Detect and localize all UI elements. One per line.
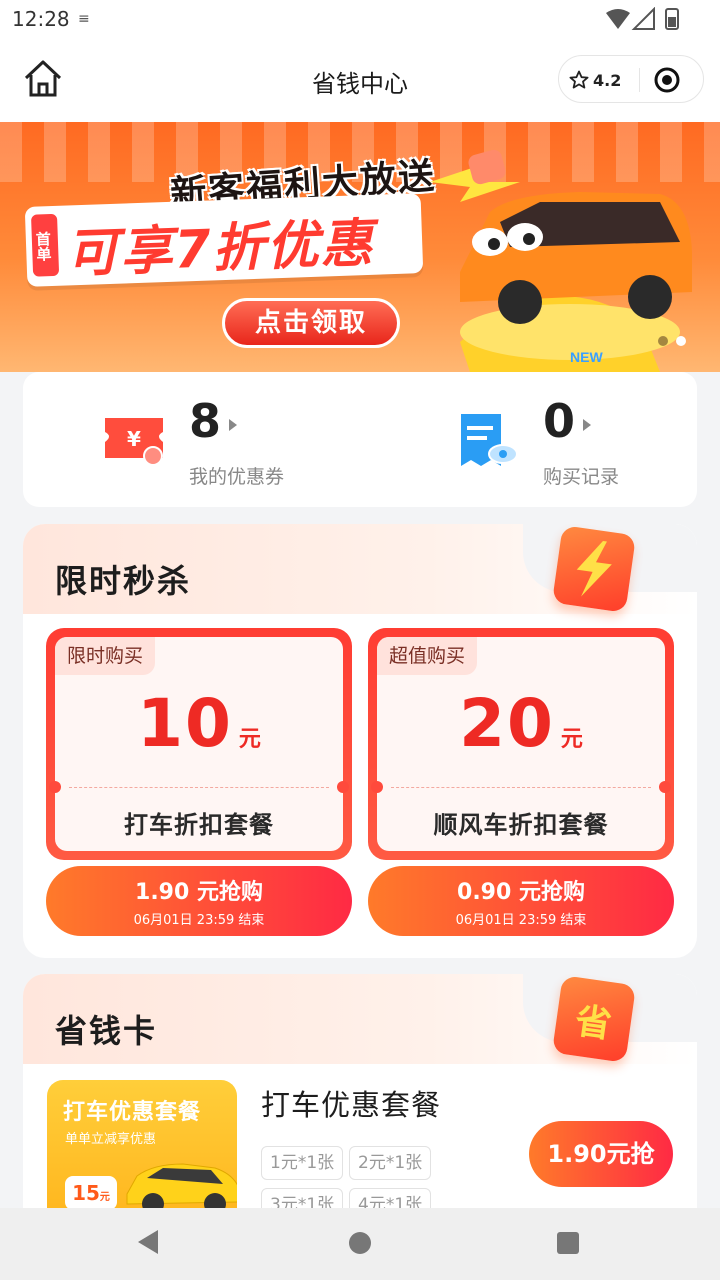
deal-card-inner: 超值购买 20 元 顺风车折扣套餐 (371, 637, 671, 851)
svg-text:¥: ¥ (127, 427, 141, 451)
banner-headline-main: 可享7折优惠 (65, 213, 376, 285)
buy-end-time: 06月01日 23:59 结束 (455, 913, 587, 928)
banner-headline-card: 首单 可享7折优惠 (24, 193, 424, 287)
first-order-tag: 首单 (31, 213, 60, 277)
deal-name: 打车折扣套餐 (124, 811, 274, 839)
coupon-summary-card: ¥ 8 我的优惠券 0 购买记录 (23, 372, 697, 507)
save-badge-text: 省 (572, 1000, 615, 1047)
deal-notch (337, 781, 349, 793)
rating-button[interactable]: 4.2 (569, 68, 621, 92)
purchase-label: 购买记录 (543, 466, 620, 488)
package-image-title: 打车优惠套餐 (63, 1100, 202, 1125)
package-image-price-unit: 元 (99, 1192, 110, 1203)
ticket-yuan-icon: ¥ (105, 418, 163, 466)
home-circle-icon[interactable] (349, 1232, 371, 1254)
carousel-indicator (658, 336, 686, 346)
package-image-price: 15元 (65, 1176, 117, 1210)
signal-icon (631, 7, 655, 30)
purchase-count-value: 0 (543, 394, 576, 448)
system-navigation-bar (0, 1208, 720, 1280)
star-icon (569, 70, 589, 89)
coupon-label: 我的优惠券 (189, 466, 285, 488)
wifi-icon (606, 9, 630, 29)
deal-amount: 20 元 (377, 685, 665, 762)
package-image-price-value: 15 (72, 1181, 100, 1205)
claim-button[interactable]: 点击领取 (222, 298, 400, 348)
deal-notch (659, 781, 671, 793)
status-icons (606, 7, 679, 30)
lightning-icon (551, 525, 637, 613)
package-name: 打车优惠套餐 (261, 1088, 442, 1122)
buy-button-1[interactable]: 1.90 元抢购 06月01日 23:59 结束 (46, 866, 352, 936)
package-chip: 2元*1张 (349, 1146, 432, 1180)
savings-center-page: 12:28 ≡ 省钱中心 4.2 新客福利大放送 首单 可享7折优惠 点击领取 … (0, 0, 720, 1280)
package-image-subtitle: 单单立减享优惠 (65, 1132, 157, 1147)
coupon-count-value: 8 (189, 394, 222, 448)
package-chip: 1元*1张 (261, 1146, 344, 1180)
flash-sale-section: 限时秒杀 限时购买 10 元 打车折扣套餐 超值购买 20 元 顺风车折扣套餐 … (23, 524, 697, 958)
deal-amount-value: 10 (137, 685, 233, 762)
purchase-count: 0 (543, 394, 592, 448)
buy-end-time: 06月01日 23:59 结束 (133, 913, 265, 928)
save-card-section: 省钱卡 省 打车优惠套餐 单单立减享优惠 15元 打车优惠套餐 1元*1张 2元… (23, 974, 697, 1234)
save-card-title: 省钱卡 (55, 1012, 158, 1050)
target-icon[interactable] (653, 66, 681, 94)
deal-notch (49, 781, 61, 793)
carousel-dot (658, 336, 668, 346)
mini-program-capsule: 4.2 (558, 55, 704, 103)
deal-amount-value: 20 (459, 685, 555, 762)
receipt-icon (461, 414, 518, 466)
rating-value: 4.2 (593, 70, 622, 90)
deal-divider (391, 787, 651, 788)
new-badge: NEW (570, 349, 603, 365)
deal-notch (371, 781, 383, 793)
package-buy-button[interactable]: 1.90元抢 (529, 1121, 673, 1187)
chevron-right-icon (229, 419, 238, 431)
deal-divider (69, 787, 329, 788)
buy-price-label: 0.90 元抢购 (457, 880, 585, 905)
capsule-divider (639, 68, 640, 92)
deal-card-1[interactable]: 限时购买 10 元 打车折扣套餐 (46, 628, 352, 860)
settings-sliders-icon: ≡ (78, 11, 90, 27)
carousel-dot-active (676, 336, 686, 346)
deal-amount-unit: 元 (238, 727, 261, 752)
deal-card-inner: 限时购买 10 元 打车折扣套餐 (49, 637, 349, 851)
coupon-count: 8 (189, 394, 238, 448)
status-time: 12:28 (12, 7, 70, 31)
back-icon[interactable] (138, 1230, 158, 1254)
lightning-glyph (576, 540, 612, 597)
deal-amount: 10 元 (55, 685, 343, 762)
flash-sale-title: 限时秒杀 (55, 562, 192, 600)
deal-amount-unit: 元 (560, 727, 583, 752)
buy-price-label: 1.90 元抢购 (135, 880, 263, 905)
chevron-right-icon (583, 419, 592, 431)
recent-apps-icon[interactable] (557, 1232, 579, 1254)
deal-tag: 限时购买 (55, 637, 156, 675)
deal-card-2[interactable]: 超值购买 20 元 顺风车折扣套餐 (368, 628, 674, 860)
status-bar: 12:28 ≡ (0, 0, 720, 40)
save-badge-icon: 省 (551, 975, 637, 1063)
deal-name: 顺风车折扣套餐 (433, 811, 609, 839)
promo-banner[interactable]: 新客福利大放送 首单 可享7折优惠 点击领取 NEW (0, 122, 720, 372)
deal-tag: 超值购买 (377, 637, 478, 675)
buy-button-2[interactable]: 0.90 元抢购 06月01日 23:59 结束 (368, 866, 674, 936)
app-header: 省钱中心 4.2 (0, 40, 720, 122)
